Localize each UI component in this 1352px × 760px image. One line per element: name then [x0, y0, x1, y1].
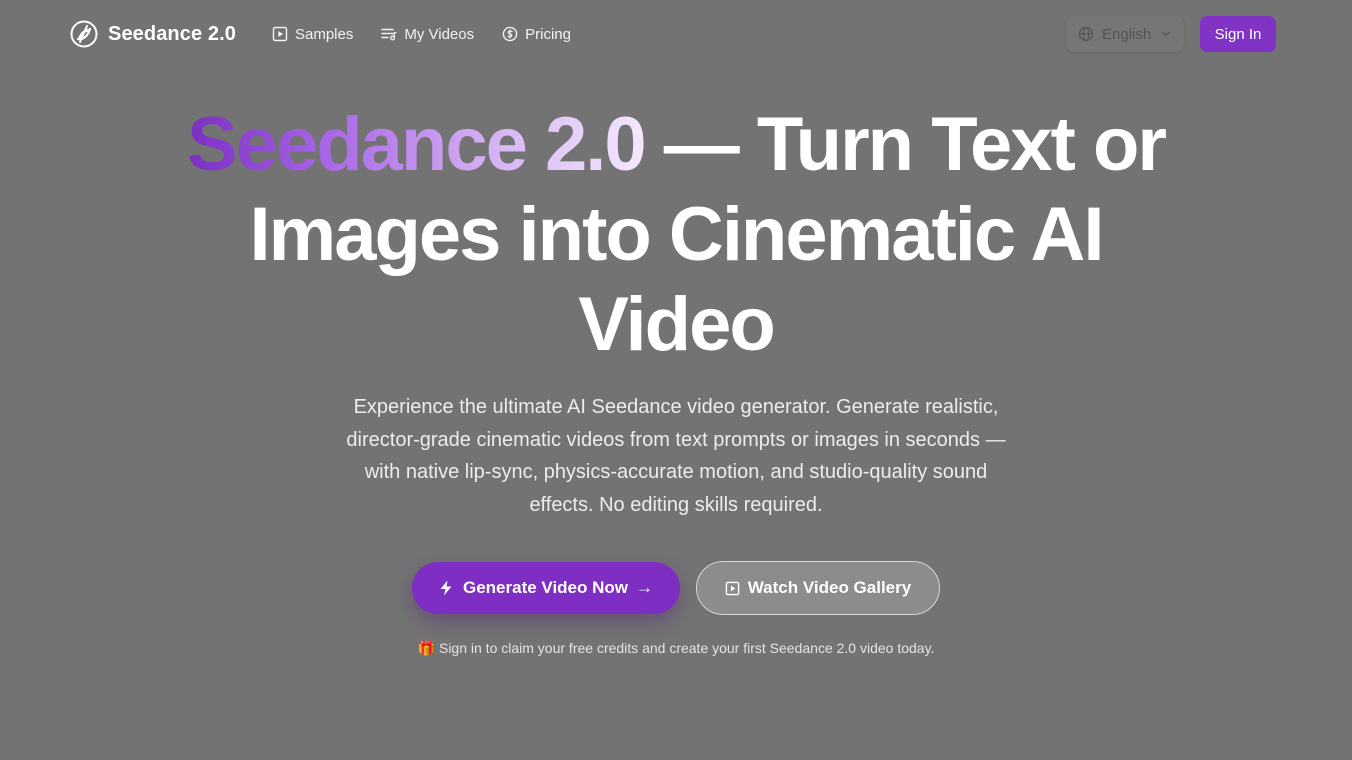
- dollar-circle-icon: [502, 26, 518, 42]
- seedance-logo-icon: [70, 20, 98, 48]
- chevron-down-icon: [1162, 31, 1170, 37]
- arrow-right-icon: →: [636, 578, 653, 597]
- playlist-icon: [381, 28, 398, 41]
- brand-name: Seedance 2.0: [108, 22, 236, 45]
- nav-link-label: My Videos: [404, 25, 475, 43]
- nav-link-label: Samples: [295, 25, 354, 43]
- hero-title: Seedance 2.0 — Turn Text or Images into …: [176, 100, 1176, 370]
- free-credits-text: Sign in to claim your free credits and c…: [438, 640, 935, 656]
- nav-link-my-videos[interactable]: My Videos: [381, 26, 474, 43]
- generate-video-button[interactable]: Generate Video Now →: [412, 562, 680, 614]
- nav-link-label: Pricing: [525, 25, 571, 43]
- lightning-icon: [440, 580, 452, 596]
- top-navbar: Seedance 2.0 Samples My Videos Pricing E…: [0, 0, 1352, 68]
- watch-gallery-button[interactable]: Watch Video Gallery: [696, 561, 940, 615]
- brand-link[interactable]: Seedance 2.0: [70, 20, 236, 48]
- gift-icon: 🎁: [417, 640, 435, 656]
- hero-title-highlight: Seedance 2.0: [187, 102, 647, 187]
- play-square-icon: [272, 26, 288, 42]
- generate-video-label: Generate Video Now: [462, 578, 628, 597]
- watch-gallery-label: Watch Video Gallery: [747, 578, 912, 597]
- sign-in-button[interactable]: Sign In: [1200, 16, 1276, 52]
- hero-subtitle: Experience the ultimate AI Seedance vide…: [346, 396, 1006, 516]
- free-credits-note: 🎁 Sign in to claim your free credits and …: [276, 640, 1076, 657]
- language-value: English: [1102, 25, 1152, 43]
- play-square-icon: [725, 581, 740, 595]
- nav-link-pricing[interactable]: Pricing: [502, 26, 571, 43]
- nav-link-samples[interactable]: Samples: [272, 26, 353, 43]
- globe-icon: [1078, 26, 1094, 42]
- language-select[interactable]: English: [1066, 16, 1184, 52]
- main-nav: Samples My Videos Pricing: [272, 24, 599, 44]
